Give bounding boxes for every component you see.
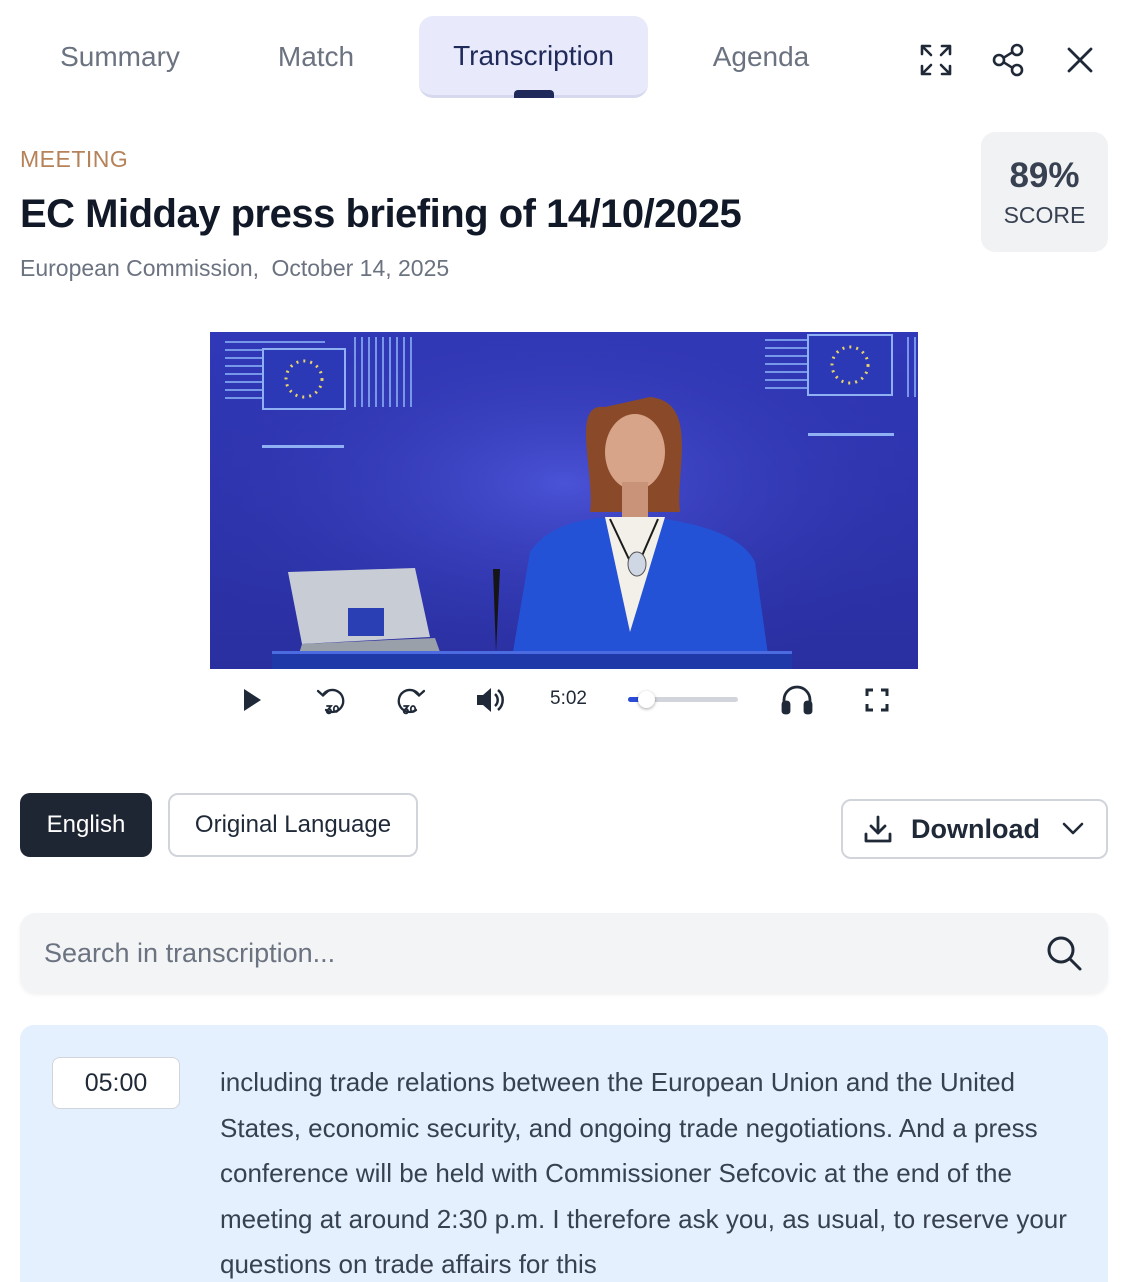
tab-match[interactable]: Match (236, 16, 396, 98)
forward-30-icon[interactable] (392, 682, 428, 718)
close-icon[interactable] (1060, 40, 1100, 80)
video-controls: 5:02 (210, 672, 918, 728)
segment-text: including trade relations between the Eu… (220, 1067, 1067, 1279)
search-input[interactable] (44, 933, 1024, 973)
video-frame (210, 332, 918, 669)
download-button[interactable]: Download (841, 799, 1108, 859)
score-label: SCORE (1003, 201, 1086, 228)
meeting-type-label: MEETING (20, 146, 129, 172)
meeting-organization: European Commission, (20, 255, 260, 281)
transcript-segment: 05:00 including trade relations between … (20, 1025, 1108, 1282)
tab-transcription-label: Transcription (453, 39, 614, 71)
meeting-meta: European Commission, October 14, 2025 (20, 255, 449, 282)
rewind-30-icon[interactable] (314, 682, 350, 718)
tab-summary[interactable]: Summary (20, 16, 220, 98)
active-tab-indicator (514, 90, 554, 98)
tab-transcription[interactable]: Transcription (419, 16, 648, 98)
download-label: Download (911, 813, 1040, 844)
expand-arrows-icon[interactable] (916, 40, 956, 80)
scrubber-handle[interactable] (638, 691, 656, 708)
page-title: EC Midday press briefing of 14/10/2025 (20, 192, 742, 236)
play-icon[interactable] (238, 682, 266, 718)
share-icon[interactable] (988, 40, 1028, 80)
video-time: 5:02 (550, 688, 587, 709)
original-language-button[interactable]: Original Language (168, 793, 418, 857)
transcription-search (20, 913, 1108, 993)
fullscreen-icon[interactable] (862, 682, 892, 718)
tab-agenda[interactable]: Agenda (676, 16, 846, 98)
video-scrubber[interactable] (628, 691, 738, 708)
english-language-button[interactable]: English (20, 793, 152, 857)
download-icon (864, 815, 892, 843)
headphones-icon[interactable] (780, 682, 814, 718)
segment-timestamp[interactable]: 05:00 (52, 1057, 180, 1109)
volume-icon[interactable] (473, 682, 509, 718)
search-icon[interactable] (1044, 933, 1084, 973)
video-player[interactable] (210, 332, 918, 669)
score-value: 89% (1009, 155, 1080, 195)
meeting-date: October 14, 2025 (271, 255, 450, 281)
chevron-down-icon (1062, 822, 1084, 835)
score-card: 89% SCORE (981, 132, 1108, 252)
tab-bar: Summary Match Transcription Agenda (0, 16, 1134, 100)
